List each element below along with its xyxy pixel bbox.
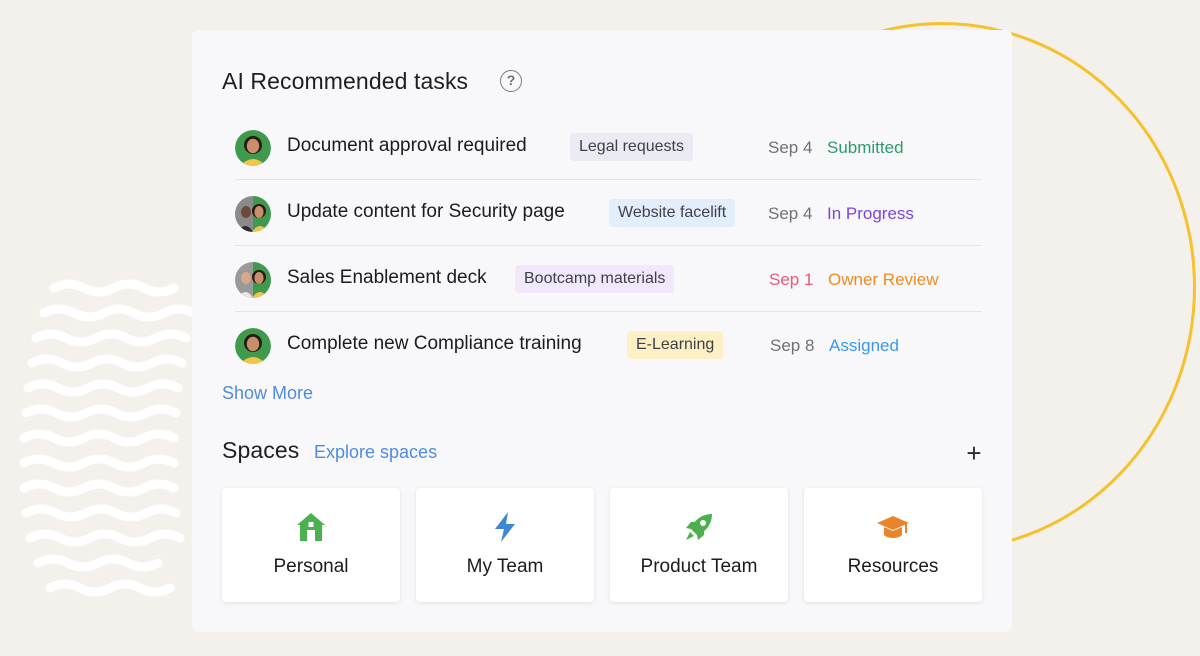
- task-row[interactable]: Sales Enablement deck Bootcamp materials…: [235, 246, 982, 312]
- task-status: Owner Review: [828, 270, 939, 289]
- space-label: Personal: [273, 556, 349, 577]
- recommended-tasks-title: AI Recommended tasks: [222, 68, 469, 94]
- task-title[interactable]: Complete new Compliance training: [287, 333, 582, 355]
- avatar-pair-icon: [235, 262, 271, 298]
- task-title[interactable]: Sales Enablement deck: [287, 267, 487, 289]
- plus-icon[interactable]: +: [962, 440, 986, 466]
- task-status: Assigned: [829, 336, 899, 355]
- avatar-group-icon: [235, 196, 271, 232]
- rocket-icon: [682, 510, 716, 544]
- task-tag[interactable]: Website facelift: [609, 199, 736, 227]
- space-card-my-team[interactable]: My Team: [416, 488, 594, 602]
- task-title[interactable]: Document approval required: [287, 135, 527, 157]
- task-date: Sep 1: [769, 270, 814, 289]
- task-title[interactable]: Update content for Security page: [287, 201, 565, 223]
- task-tag[interactable]: E-Learning: [627, 331, 724, 359]
- lightning-icon: [488, 510, 522, 544]
- home-icon: [294, 510, 328, 544]
- background-wave-decoration: [19, 279, 199, 597]
- task-row[interactable]: Complete new Compliance training E-Learn…: [235, 312, 982, 378]
- task-row[interactable]: Document approval required Legal request…: [235, 114, 982, 180]
- task-list: Document approval required Legal request…: [235, 114, 982, 378]
- task-row[interactable]: Update content for Security page Website…: [235, 180, 982, 246]
- avatar-woman-icon: [235, 328, 271, 364]
- avatar-woman-icon: [235, 130, 271, 166]
- graduation-cap-icon: [876, 510, 910, 544]
- task-tag[interactable]: Legal requests: [570, 133, 693, 161]
- space-label: Resources: [847, 556, 939, 577]
- task-status: In Progress: [827, 204, 914, 223]
- spaces-title: Spaces: [222, 437, 300, 463]
- task-date: Sep 4: [768, 204, 813, 223]
- home-panel: AI Recommended tasks ? Document approval…: [192, 30, 1012, 632]
- spaces-grid: Personal My Team Product Team Resources: [222, 488, 982, 602]
- explore-spaces-link[interactable]: Explore spaces: [314, 442, 437, 463]
- space-card-personal[interactable]: Personal: [222, 488, 400, 602]
- space-card-resources[interactable]: Resources: [804, 488, 982, 602]
- task-status: Submitted: [827, 138, 904, 157]
- space-card-product-team[interactable]: Product Team: [610, 488, 788, 602]
- task-date: Sep 8: [770, 336, 815, 355]
- task-date: Sep 4: [768, 138, 813, 157]
- question-circle-icon[interactable]: ?: [500, 70, 522, 92]
- space-label: Product Team: [640, 556, 758, 577]
- task-tag[interactable]: Bootcamp materials: [515, 265, 675, 293]
- show-more-link[interactable]: Show More: [222, 383, 313, 404]
- space-label: My Team: [466, 556, 544, 577]
